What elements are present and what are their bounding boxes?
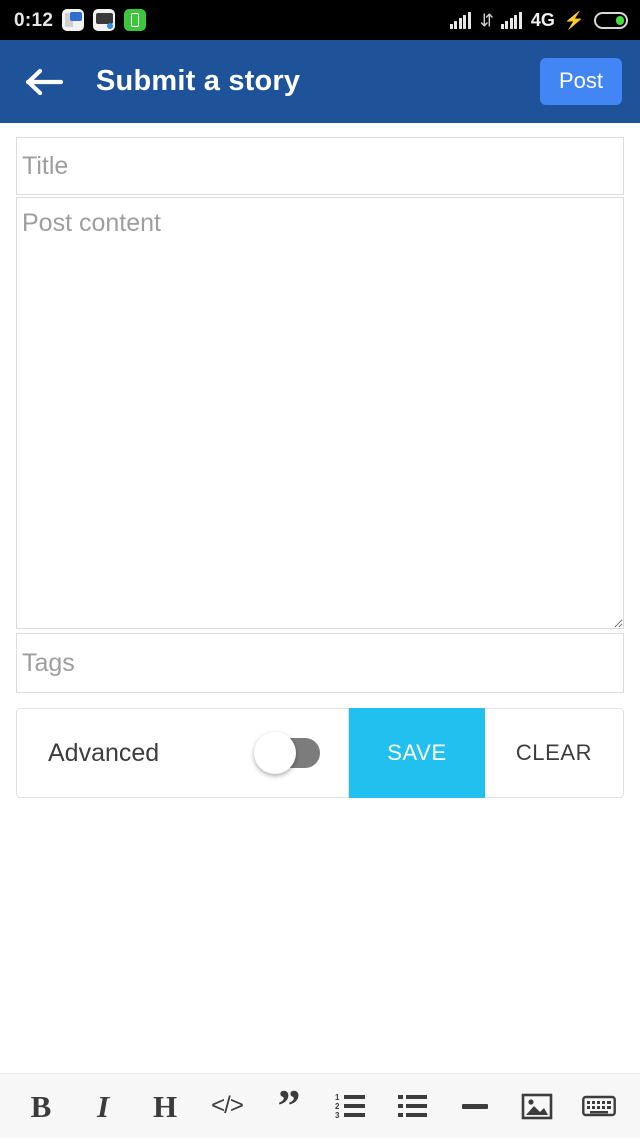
story-form xyxy=(0,123,640,693)
bold-glyph: B xyxy=(30,1088,52,1124)
italic-icon[interactable]: I xyxy=(79,1082,127,1130)
clear-button[interactable]: CLEAR xyxy=(485,708,624,798)
svg-text:2: 2 xyxy=(335,1102,340,1111)
heading-icon[interactable]: H xyxy=(141,1082,189,1130)
page-title: Submit a story xyxy=(96,65,301,97)
action-row: Advanced SAVE CLEAR xyxy=(16,708,624,798)
quote-icon[interactable]: ” xyxy=(265,1082,313,1130)
back-arrow-icon[interactable] xyxy=(22,59,68,105)
tags-input[interactable] xyxy=(16,633,624,693)
save-button[interactable]: SAVE xyxy=(349,708,485,798)
image-icon[interactable] xyxy=(513,1082,561,1130)
advanced-toggle-row[interactable]: Advanced xyxy=(16,708,349,798)
editor-toolbar: B I H </> ” 1 2 3 xyxy=(0,1073,640,1138)
post-button[interactable]: Post xyxy=(539,58,622,105)
ordered-list-icon[interactable]: 1 2 3 xyxy=(327,1082,375,1130)
horizontal-rule-glyph xyxy=(462,1103,488,1109)
status-clock: 0:12 xyxy=(14,9,54,31)
heading-glyph: H xyxy=(152,1088,178,1124)
advanced-label: Advanced xyxy=(48,738,160,767)
battery-app-icon xyxy=(124,9,147,31)
toggle-knob xyxy=(254,732,296,774)
unordered-list-icon[interactable] xyxy=(389,1082,437,1130)
svg-text:3: 3 xyxy=(335,1111,340,1120)
italic-glyph: I xyxy=(96,1088,110,1124)
post-content-textarea[interactable] xyxy=(16,197,624,629)
horizontal-rule-icon[interactable] xyxy=(451,1082,499,1130)
chat-app-icon xyxy=(93,9,116,31)
status-bar-right: ⇵ 4G ⚡ xyxy=(449,10,628,30)
code-glyph: </> xyxy=(211,1092,244,1119)
charging-bolt-icon: ⚡ xyxy=(563,10,585,30)
signal-bars-icon-2 xyxy=(500,11,522,29)
advanced-toggle-switch[interactable] xyxy=(254,732,320,774)
bold-icon[interactable]: B xyxy=(17,1082,65,1130)
svg-text:1: 1 xyxy=(335,1093,340,1102)
network-type-label: 4G xyxy=(530,10,555,30)
app-bar: Submit a story Post xyxy=(0,40,640,123)
status-bar-left: 0:12 xyxy=(14,9,147,31)
title-input[interactable] xyxy=(16,137,624,195)
signal-bars-icon-1 xyxy=(449,11,471,29)
keyboard-icon[interactable] xyxy=(575,1082,623,1130)
battery-icon xyxy=(594,11,628,29)
status-bar: 0:12 ⇵ 4G ⚡ xyxy=(0,0,640,40)
news-app-icon xyxy=(62,9,85,31)
quote-glyph: ” xyxy=(277,1080,301,1132)
code-icon[interactable]: </> xyxy=(203,1082,251,1130)
data-transfer-arrows-icon: ⇵ xyxy=(479,10,494,30)
